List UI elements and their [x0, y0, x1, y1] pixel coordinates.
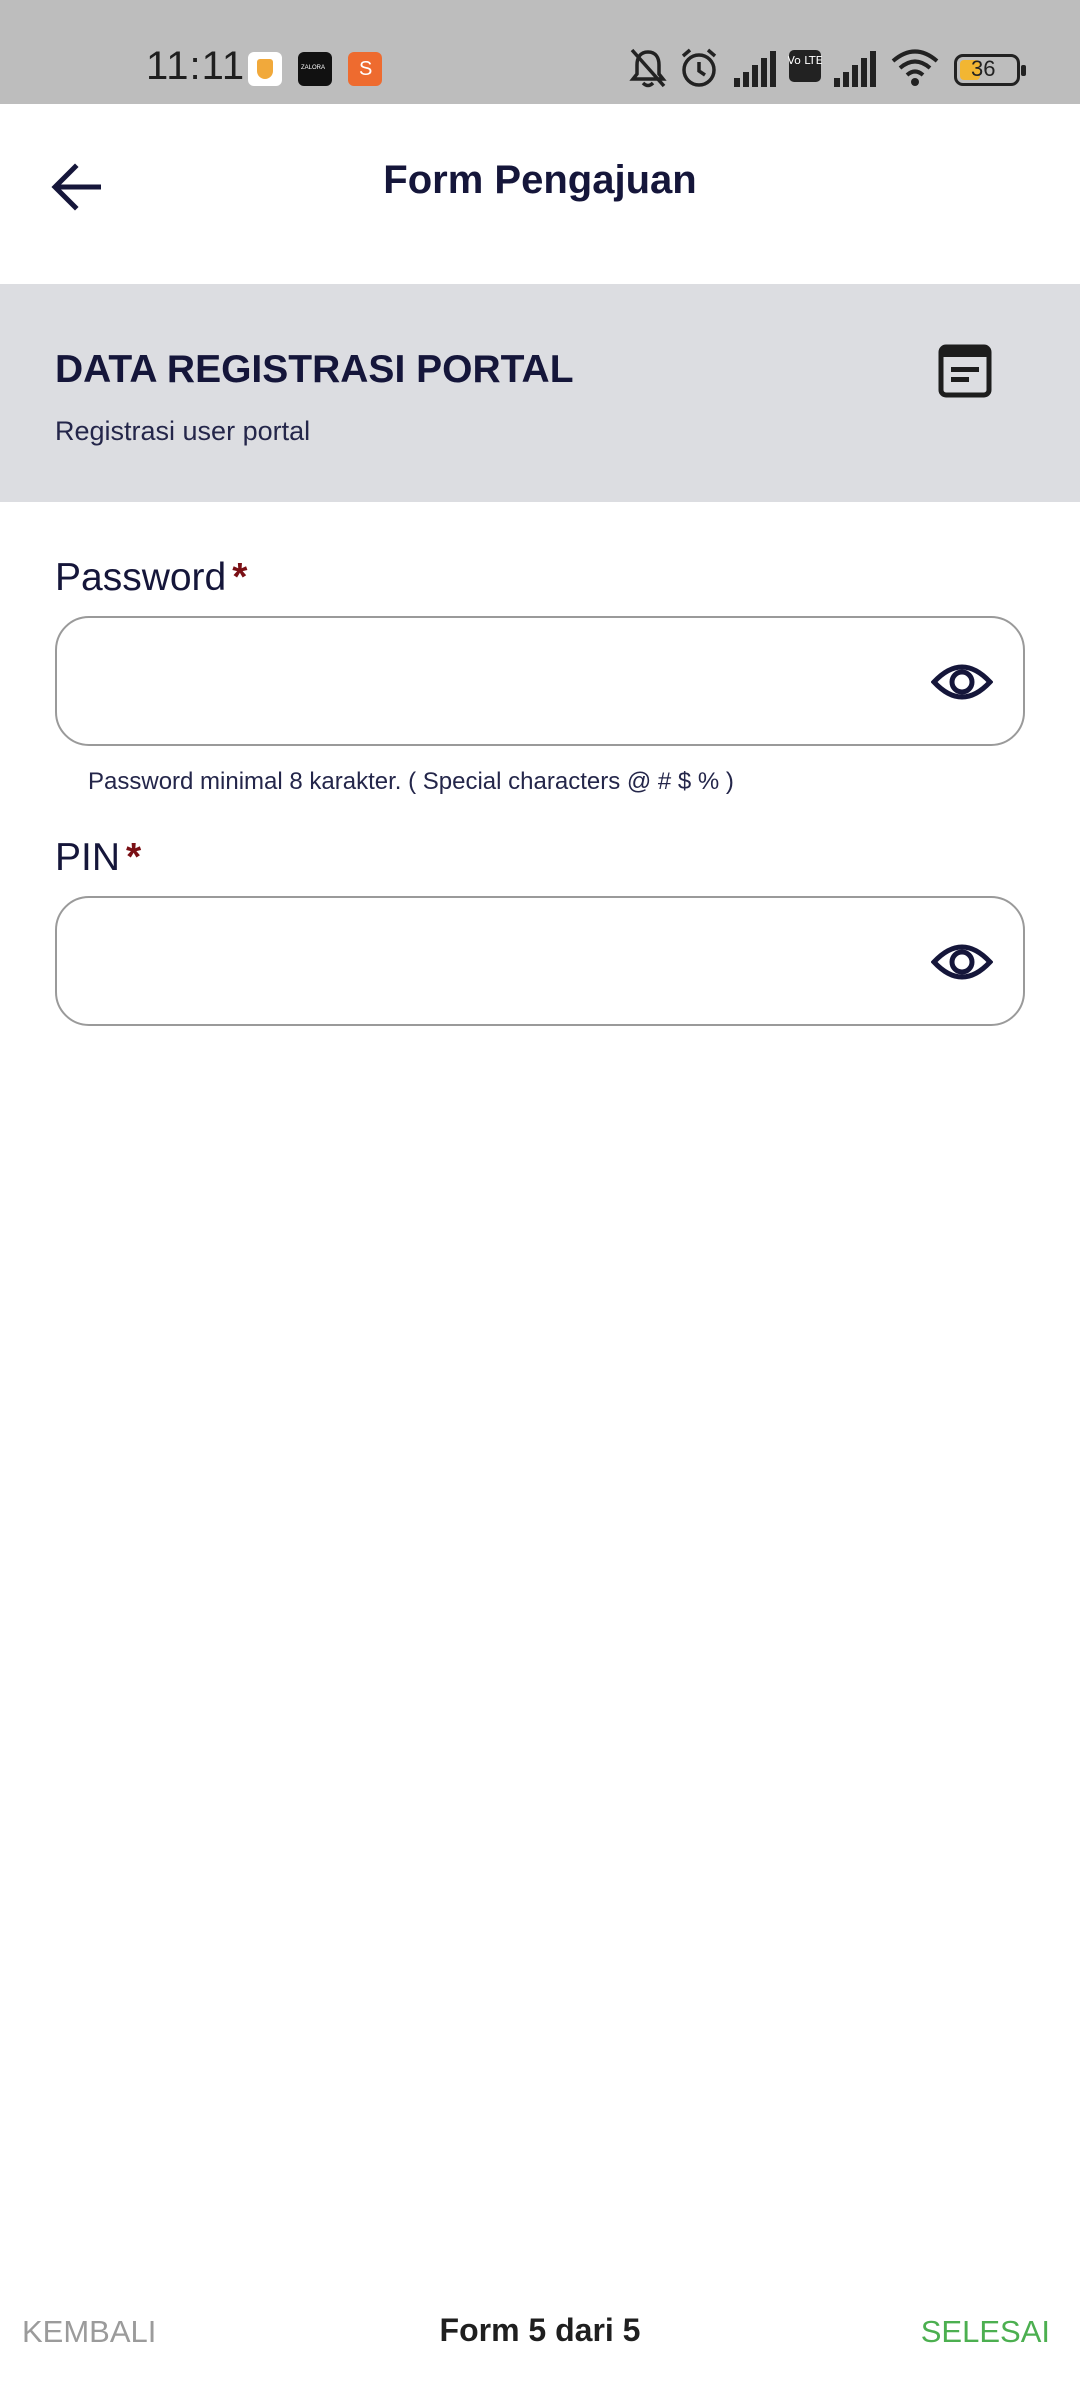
app-bar: Form Pengajuan	[0, 104, 1080, 284]
password-field	[55, 616, 1025, 746]
pin-field	[55, 896, 1025, 1026]
signal-icon	[734, 51, 776, 87]
section-header: DATA REGISTRASI PORTAL Registrasi user p…	[0, 284, 1080, 502]
battery-level: 36	[971, 56, 996, 81]
required-mark: *	[232, 556, 248, 599]
footer-nav: Form 5 dari 5 KEMBALI SELESAI	[0, 2290, 1080, 2380]
section-title: DATA REGISTRASI PORTAL	[55, 348, 574, 391]
shopee-app-icon	[348, 52, 382, 86]
pin-input[interactable]	[85, 898, 905, 1024]
password-hint: Password minimal 8 karakter. ( Special c…	[88, 768, 734, 795]
eye-icon	[931, 664, 993, 700]
signal-icon	[834, 51, 876, 87]
status-bar: 11:11 Vo LTE 36	[0, 0, 1080, 104]
battery-icon: 36	[954, 54, 1026, 86]
pin-visibility-toggle[interactable]	[931, 931, 993, 993]
shield-app-icon	[248, 52, 282, 86]
step-indicator: Form 5 dari 5	[439, 2312, 641, 2348]
password-label: Password *	[55, 556, 247, 600]
pin-label: PIN *	[55, 836, 141, 880]
zalora-app-icon	[298, 52, 332, 86]
wifi-icon	[891, 49, 939, 86]
required-mark: *	[126, 836, 142, 879]
eye-icon	[931, 944, 993, 980]
page-title: Form Pengajuan	[383, 158, 697, 202]
password-input[interactable]	[85, 618, 905, 744]
bell-muted-icon	[629, 48, 667, 88]
document-icon	[938, 344, 992, 398]
finish-button[interactable]: SELESAI	[921, 2314, 1050, 2350]
alarm-icon	[681, 48, 717, 87]
password-label-text: Password	[55, 556, 227, 599]
pin-label-text: PIN	[55, 836, 121, 879]
volte-icon: Vo LTE	[788, 50, 822, 82]
back-step-button[interactable]: KEMBALI	[22, 2314, 156, 2350]
status-time: 11:11	[146, 44, 246, 88]
volte-badge-text: Vo LTE	[788, 54, 822, 67]
section-subtitle: Registrasi user portal	[55, 416, 311, 446]
password-visibility-toggle[interactable]	[931, 651, 993, 713]
